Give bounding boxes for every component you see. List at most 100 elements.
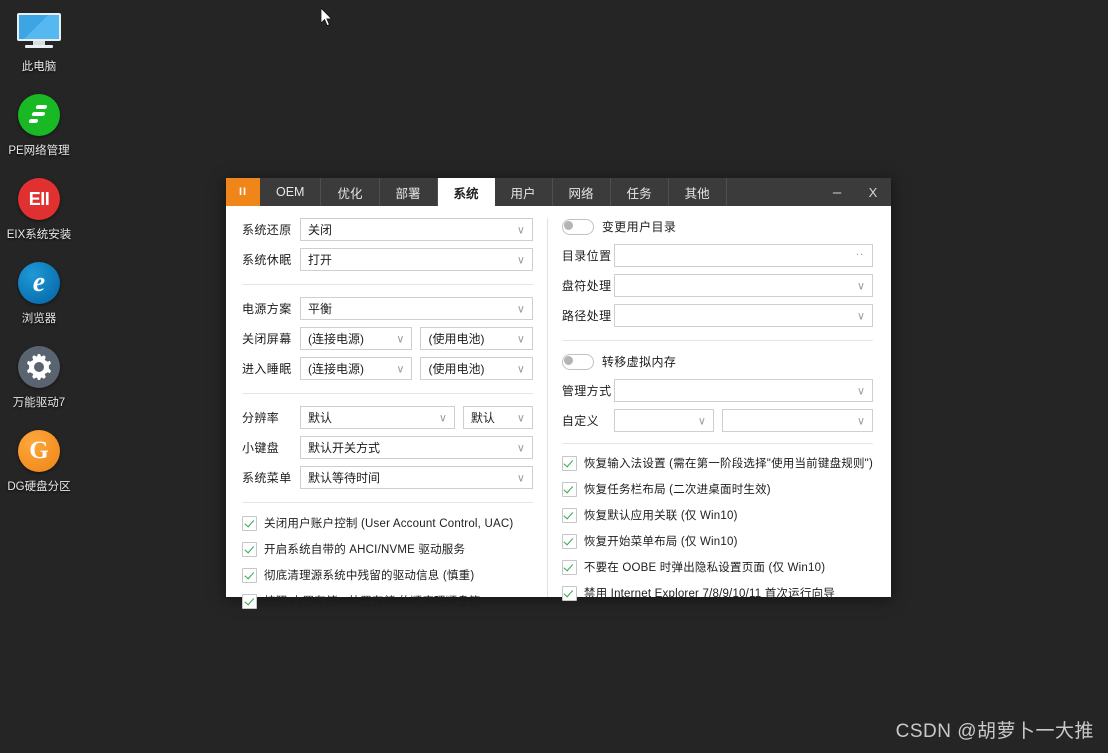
close-button[interactable]: X [855,178,891,206]
chevron-down-icon: ∨ [396,363,404,374]
checkbox-enable-ahci-nvme[interactable] [242,542,257,557]
checkbox-restore-default-apps[interactable] [562,508,577,523]
desktop-icon-eix-installer[interactable]: EII EIX系统安装 [0,174,78,242]
checkbox-restore-ime-settings[interactable] [562,456,577,471]
checkbox-row-order-drive-letters[interactable]: 按照 内置存储->外置存储 的顺序理顺盘符 [242,593,533,609]
field-row-power-plan: 电源方案 平衡 ∨ [242,297,533,320]
checkbox-disable-uac[interactable] [242,516,257,531]
minimize-button[interactable]: – [819,178,855,206]
browse-ellipsis-icon[interactable]: ·· [856,249,864,260]
desktop-icon-pe-network[interactable]: PE网络管理 [0,90,78,158]
move-virtual-memory-toggle[interactable] [562,354,594,370]
left-settings-column: 系统还原 关闭 ∨ 系统休眠 打开 ∨ 电源方案 [226,218,547,597]
chevron-down-icon: ∨ [517,363,525,374]
select-system-menu-value: 默认等待时间 [308,469,380,486]
toggle-knob [564,221,573,230]
select-system-menu[interactable]: 默认等待时间 ∨ [300,466,533,489]
tab-user[interactable]: 用户 [495,178,553,206]
select-custom-min[interactable]: ∨ [614,409,714,432]
desktop-icon-universal-driver[interactable]: 万能驱动7 [0,342,78,410]
select-numpad-value: 默认开关方式 [308,439,380,456]
edge-icon: e [0,258,78,308]
change-user-directory-toggle[interactable] [562,219,594,235]
eix-icon: EII [0,174,78,224]
select-power-plan-value: 平衡 [308,300,332,317]
tab-other[interactable]: 其他 [669,178,727,206]
toggle-knob [564,356,573,365]
checkbox-disable-ie-first-run[interactable] [562,586,577,601]
field-row-path-handling: 路径处理 ∨ [562,304,873,327]
label-power-plan: 电源方案 [242,300,300,317]
select-path-handling[interactable]: ∨ [614,304,873,327]
desktop: 此电脑 PE网络管理 EII EIX系统安装 e 浏览器 万能驱动7 [0,0,1108,753]
checkbox-row-restore-ime-settings[interactable]: 恢复输入法设置 (需在第一阶段选择"使用当前键盘规则") [562,455,873,471]
tab-pause[interactable]: II [226,178,260,206]
divider [242,284,533,285]
eix-system-install-window: II OEM 优化 部署 系统 用户 网络 任务 其他 – X 系统还原 关闭 [226,178,891,597]
checkbox-row-disable-uac[interactable]: 关闭用户账户控制 (User Account Control, UAC) [242,515,533,531]
tab-task[interactable]: 任务 [611,178,669,206]
dg-icon: G [0,426,78,476]
checkbox-row-skip-oobe-privacy[interactable]: 不要在 OOBE 时弹出隐私设置页面 (仅 Win10) [562,559,873,575]
checkbox-restore-start-menu[interactable] [562,534,577,549]
select-enter-sleep-ac[interactable]: (连接电源) ∨ [300,357,412,380]
checkbox-label: 按照 内置存储->外置存储 的顺序理顺盘符 [264,593,481,609]
select-resolution-secondary-value: 默认 [471,409,495,426]
desktop-icon-this-pc[interactable]: 此电脑 [0,6,78,74]
select-power-plan[interactable]: 平衡 ∨ [300,297,533,320]
csdn-watermark: CSDN @胡萝卜一大推 [896,716,1094,743]
tab-system[interactable]: 系统 [438,178,495,206]
toggle-row-change-user-directory[interactable]: 变更用户目录 [562,218,873,235]
desktop-icon-label: 浏览器 [0,312,78,326]
select-manage-method[interactable]: ∨ [614,379,873,402]
wifi-icon [0,90,78,140]
chevron-down-icon: ∨ [517,412,525,423]
field-row-system-hibernate: 系统休眠 打开 ∨ [242,248,533,271]
field-row-system-menu: 系统菜单 默认等待时间 ∨ [242,466,533,489]
divider [242,502,533,503]
checkbox-row-restore-taskbar-layout[interactable]: 恢复任务栏布局 (二次进桌面时生效) [562,481,873,497]
select-resolution-primary[interactable]: 默认 ∨ [300,406,455,429]
checkbox-order-drive-letters[interactable] [242,594,257,609]
checkbox-row-disable-ie-first-run[interactable]: 禁用 Internet Explorer 7/8/9/10/11 首次运行向导 [562,585,873,601]
gear-icon [0,342,78,392]
select-turn-off-screen-battery[interactable]: (使用电池) ∨ [420,327,532,350]
chevron-down-icon: ∨ [698,415,706,426]
chevron-down-icon: ∨ [857,310,865,321]
window-body: 系统还原 关闭 ∨ 系统休眠 打开 ∨ 电源方案 [226,206,891,597]
tab-network[interactable]: 网络 [553,178,611,206]
select-turn-off-screen-ac[interactable]: (连接电源) ∨ [300,327,412,350]
desktop-icon-label: 此电脑 [0,60,78,74]
chevron-down-icon: ∨ [517,442,525,453]
checkbox-restore-taskbar-layout[interactable] [562,482,577,497]
select-system-restore[interactable]: 关闭 ∨ [300,218,533,241]
select-enter-sleep-battery[interactable]: (使用电池) ∨ [420,357,532,380]
select-custom-max[interactable]: ∨ [722,409,873,432]
label-manage-method: 管理方式 [562,382,614,399]
tab-optimize[interactable]: 优化 [321,178,379,206]
tab-deploy[interactable]: 部署 [380,178,438,206]
checkbox-row-restore-start-menu[interactable]: 恢复开始菜单布局 (仅 Win10) [562,533,873,549]
select-system-hibernate[interactable]: 打开 ∨ [300,248,533,271]
select-resolution-secondary[interactable]: 默认 ∨ [463,406,533,429]
checkbox-skip-oobe-privacy[interactable] [562,560,577,575]
label-custom-size: 自定义 [562,412,614,429]
desktop-icon-dg-partition[interactable]: G DG硬盘分区 [0,426,78,494]
toggle-row-move-virtual-memory[interactable]: 转移虚拟内存 [562,353,873,370]
select-numpad[interactable]: 默认开关方式 ∨ [300,436,533,459]
checkbox-label: 彻底清理源系统中残留的驱动信息 (慎重) [264,567,474,583]
checkbox-label: 开启系统自带的 AHCI/NVME 驱动服务 [264,541,465,557]
checkbox-row-restore-default-apps[interactable]: 恢复默认应用关联 (仅 Win10) [562,507,873,523]
window-controls: – X [819,178,891,206]
label-system-hibernate: 系统休眠 [242,251,300,268]
desktop-icon-browser[interactable]: e 浏览器 [0,258,78,326]
checkbox-row-enable-ahci-nvme[interactable]: 开启系统自带的 AHCI/NVME 驱动服务 [242,541,533,557]
input-directory-location[interactable]: ·· [614,244,873,267]
label-directory-location: 目录位置 [562,247,614,264]
field-row-resolution: 分辨率 默认 ∨ 默认 ∨ [242,406,533,429]
titlebar-drag-area[interactable] [727,178,819,206]
tab-oem[interactable]: OEM [260,178,321,206]
select-drive-letter-handling[interactable]: ∨ [614,274,873,297]
checkbox-row-clean-driver-info[interactable]: 彻底清理源系统中残留的驱动信息 (慎重) [242,567,533,583]
checkbox-clean-driver-info[interactable] [242,568,257,583]
